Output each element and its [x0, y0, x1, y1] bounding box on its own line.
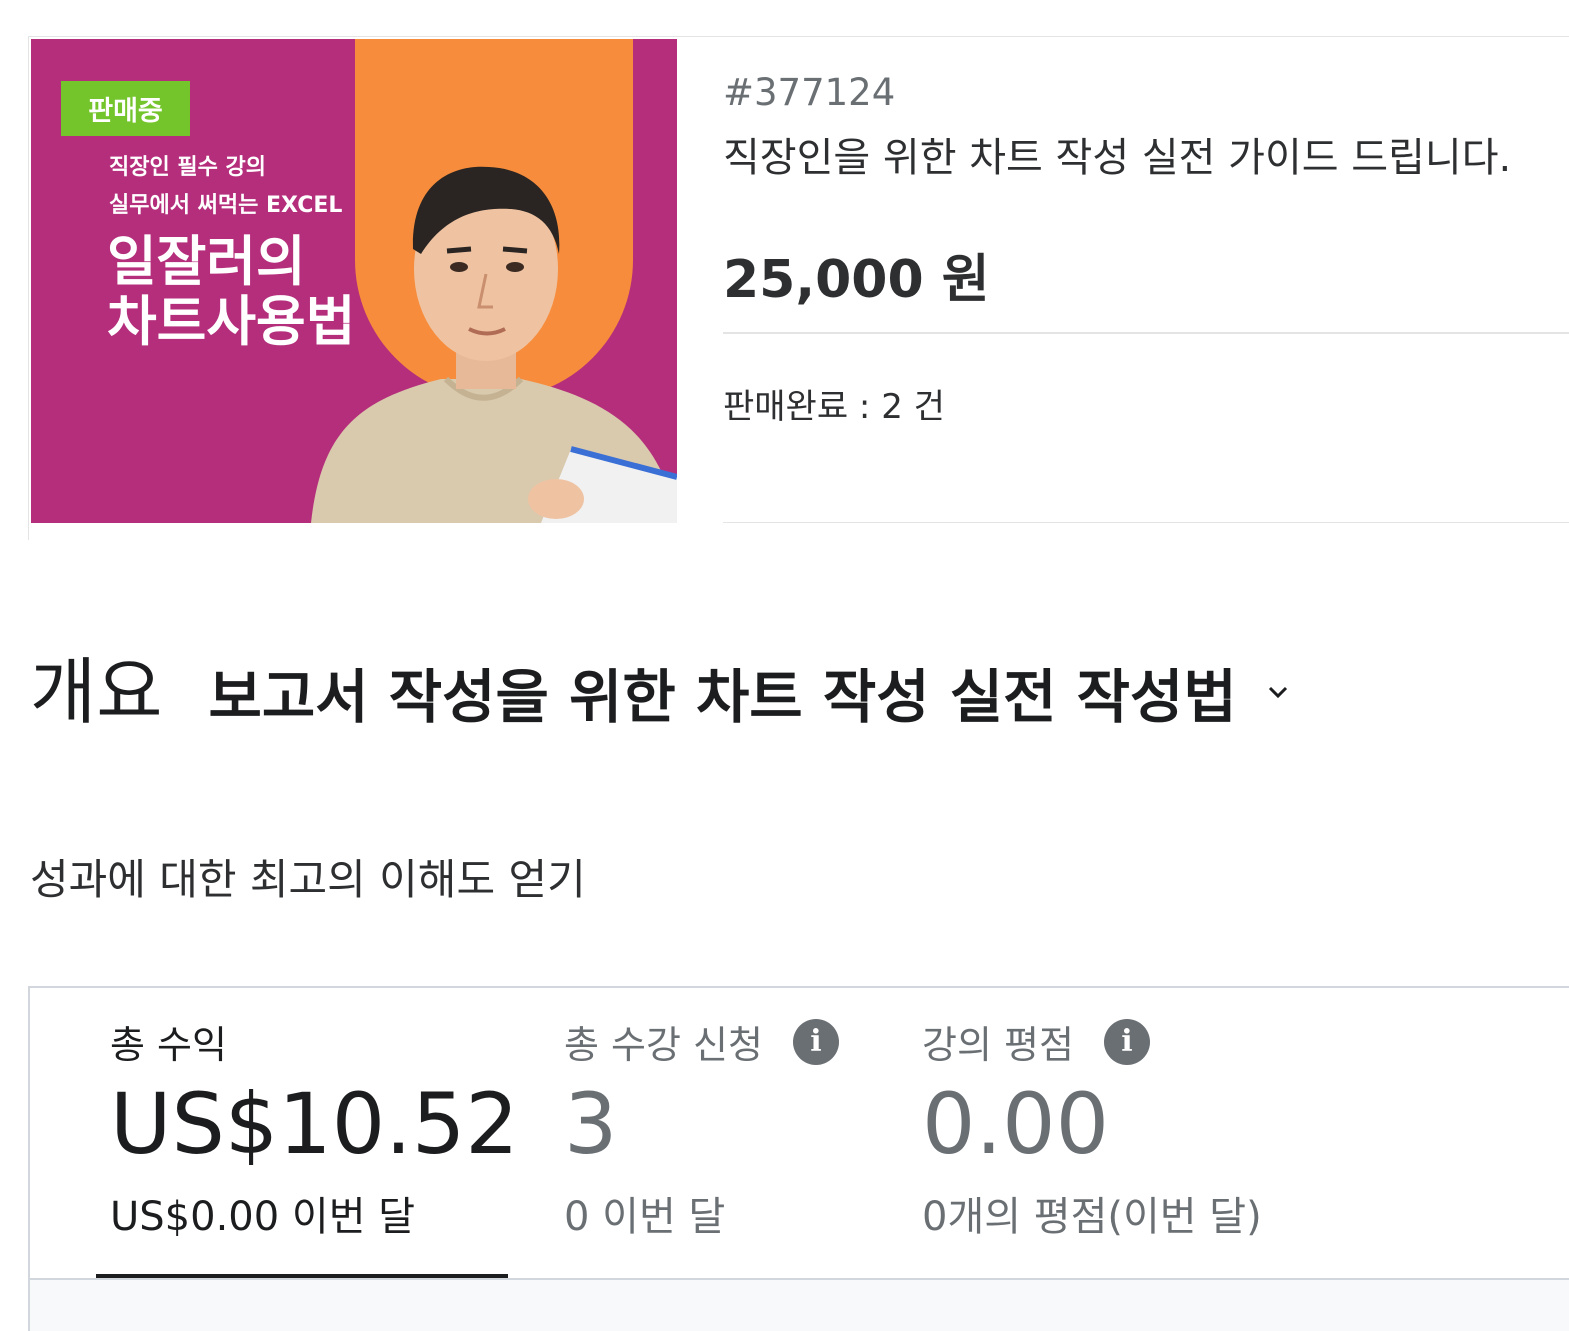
- stat-label: 강의 평점 i: [922, 1014, 1150, 1069]
- thumbnail-subtitle-line1: 직장인 필수 강의: [109, 155, 266, 180]
- thumbnail-title-line2: 차트사용법: [107, 290, 356, 353]
- info-icon[interactable]: i: [792, 1018, 839, 1065]
- stats-panel: 총 수익 US$10.52 US$0.00 이번 달 총 수강 신청 i 3 0…: [28, 986, 1569, 1331]
- sold-count: 판매완료 : 2 건: [723, 387, 945, 427]
- overview-header: 개요 보고서 작성을 위한 차트 작성 실전 작성법: [30, 650, 1291, 734]
- course-select-dropdown[interactable]: 보고서 작성을 위한 차트 작성 실전 작성법: [208, 650, 1290, 734]
- stat-label: 총 수익: [110, 1023, 227, 1067]
- stat-value: 0.00: [922, 1075, 1110, 1173]
- product-thumbnail[interactable]: 판매중 직장인 필수 강의 실무에서 써먹는 EXCEL 일잘러의 차트사용법: [31, 39, 677, 523]
- stat-sub: US$0.00 이번 달: [110, 1194, 416, 1240]
- product-info: #377124 직장인을 위한 차트 작성 실전 가이드 드립니다. 25,00…: [723, 37, 1569, 523]
- stat-sub: 0 이번 달: [564, 1194, 726, 1240]
- product-card[interactable]: 판매중 직장인 필수 강의 실무에서 써먹는 EXCEL 일잘러의 차트사용법 …: [28, 36, 1569, 540]
- thumbnail-subtitle-line2: 실무에서 써먹는 EXCEL: [109, 193, 343, 218]
- stat-value: US$10.52: [110, 1075, 519, 1173]
- divider: [723, 332, 1569, 334]
- product-id: #377124: [723, 71, 896, 114]
- stats-chart-area: [30, 1278, 1569, 1331]
- product-price: 25,000 원: [723, 250, 990, 310]
- stat-sub: 0개의 평점(이번 달): [922, 1194, 1262, 1240]
- info-icon[interactable]: i: [1103, 1018, 1150, 1065]
- course-select-label: 보고서 작성을 위한 차트 작성 실전 작성법: [208, 663, 1237, 731]
- chevron-down-icon: [1268, 686, 1287, 699]
- status-badge: 판매중: [61, 81, 190, 136]
- stat-value: 3: [564, 1075, 618, 1173]
- product-title[interactable]: 직장인을 위한 차트 작성 실전 가이드 드립니다.: [723, 125, 1511, 183]
- thumbnail-title-line1: 일잘러의: [107, 230, 306, 293]
- page-title: 개요: [30, 650, 163, 734]
- stat-label: 총 수강 신청 i: [564, 1014, 839, 1069]
- overview-subtitle: 성과에 대한 최고의 이해도 얻기: [30, 855, 586, 904]
